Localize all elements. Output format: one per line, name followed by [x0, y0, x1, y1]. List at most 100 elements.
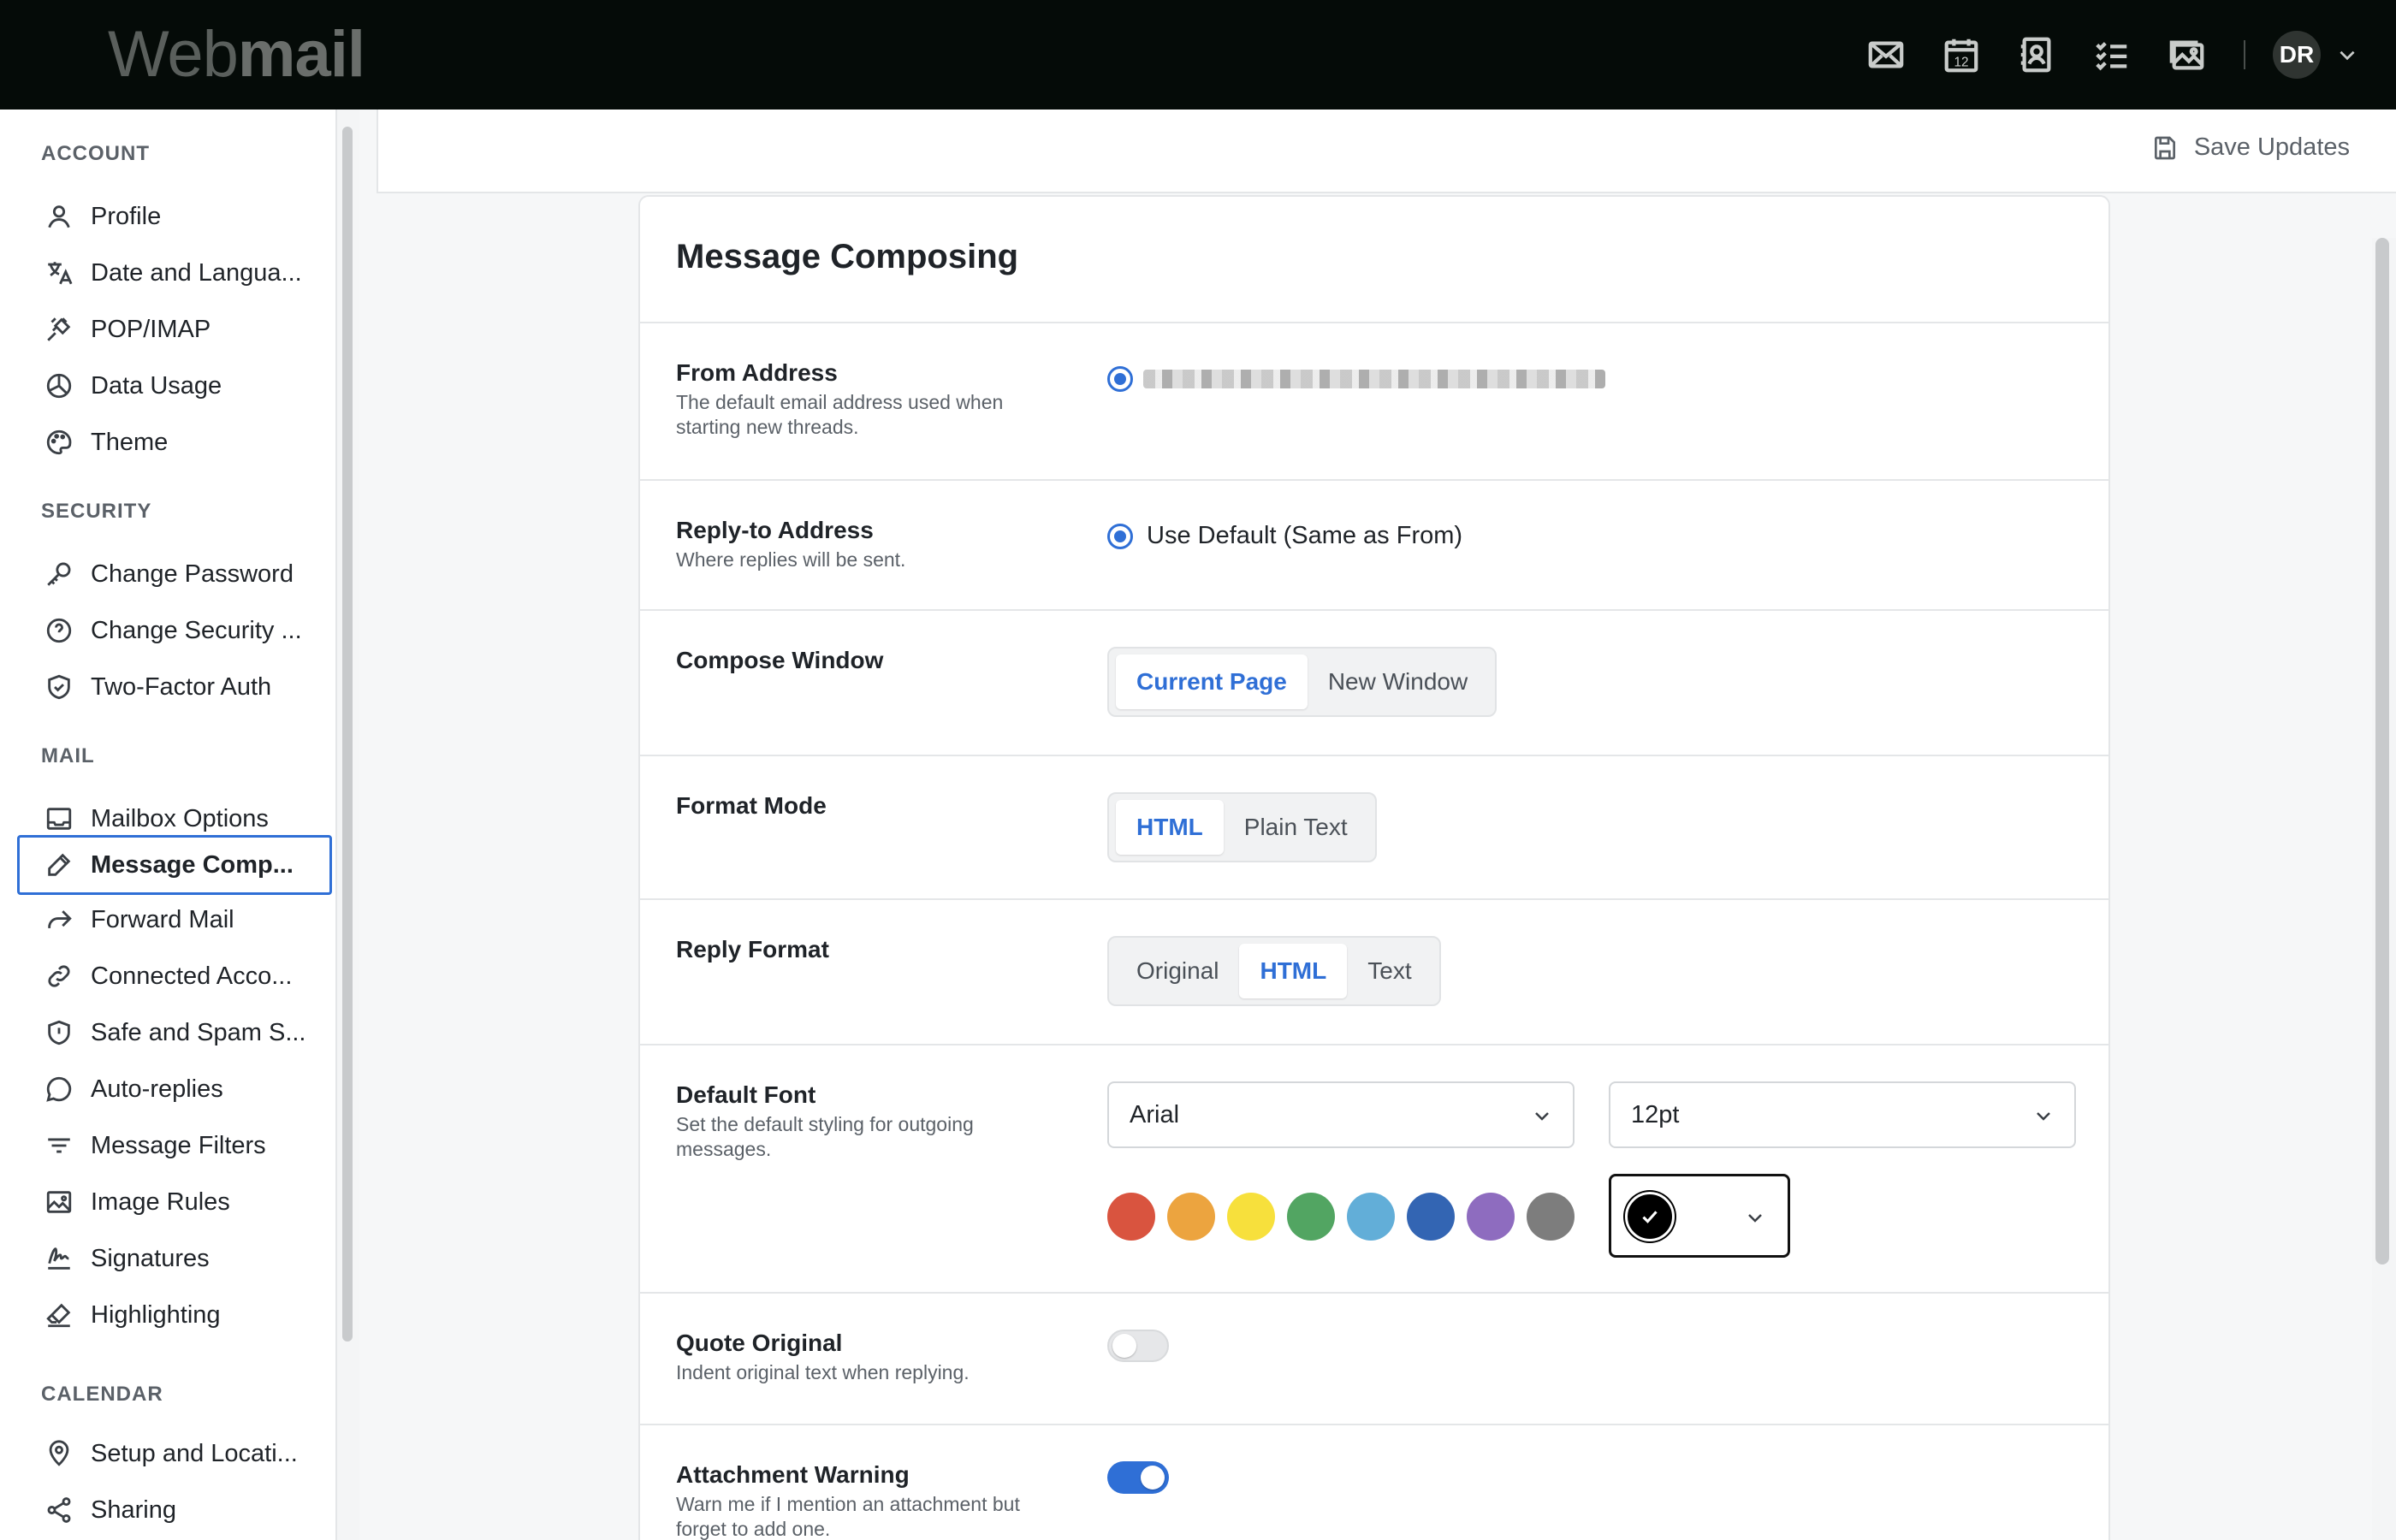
compose-window-label: Compose Window	[676, 647, 884, 673]
section-mail: MAIL	[41, 744, 95, 767]
translate-icon	[48, 262, 73, 285]
map-pin-icon	[49, 1440, 69, 1466]
sidebar-item-message-filters[interactable]: Message Filters	[17, 1116, 332, 1176]
settings-main: Save Updates Message Composing From Addr…	[359, 110, 2396, 1540]
sidebar-item-image-rules[interactable]: Image Rules	[17, 1172, 332, 1232]
image-icon	[46, 1191, 72, 1213]
quote-original-desc: Indent original text when replying.	[676, 1361, 970, 1383]
sidebar-item-two-factor[interactable]: Two-Factor Auth	[17, 657, 332, 717]
reply-to-default-label: Use Default (Same as From)	[1147, 522, 1463, 549]
sidebar-item-forward-mail[interactable]: Forward Mail	[17, 890, 332, 950]
help-circle-icon	[46, 618, 72, 643]
option-html[interactable]: HTML	[1116, 800, 1224, 855]
calendar-day-number: 12	[1954, 55, 1968, 69]
font-family-select[interactable]: Arial	[1107, 1081, 1575, 1148]
message-composing-card: Message Composing From Address The defau…	[638, 195, 2110, 1540]
sidebar-item-change-password[interactable]: Change Password	[17, 544, 332, 604]
checkmark-icon	[1642, 1211, 1658, 1223]
custom-color-picker[interactable]	[1609, 1174, 1790, 1258]
filter-icon	[48, 1138, 70, 1153]
key-icon	[47, 562, 71, 586]
reply-format-label: Reply Format	[676, 936, 829, 962]
sidebar-item-signatures[interactable]: Signatures	[17, 1229, 332, 1288]
forward-icon	[48, 910, 72, 928]
link-icon	[48, 965, 70, 987]
contacts-icon[interactable]	[2013, 31, 2061, 79]
sidebar-item-highlighting[interactable]: Highlighting	[17, 1285, 332, 1345]
settings-sidebar: ACCOUNT Profile Date and Langua... POP/I…	[0, 110, 337, 1540]
sidebar-item-auto-replies[interactable]: Auto-replies	[17, 1059, 332, 1119]
save-updates-button[interactable]: Save Updates	[2151, 133, 2350, 162]
color-swatch-red[interactable]	[1107, 1193, 1155, 1241]
plug-icon	[47, 317, 71, 341]
color-swatch-light-blue[interactable]	[1347, 1193, 1395, 1241]
row-quote-original: Quote Original Indent original text when…	[640, 1292, 2108, 1424]
photos-icon[interactable]	[2163, 31, 2211, 79]
reply-format-toggle: Original HTML Text	[1107, 936, 1441, 1006]
from-address-radio[interactable]	[1107, 366, 1133, 392]
attachment-warning-toggle[interactable]	[1107, 1461, 1169, 1494]
option-plain-text[interactable]: Plain Text	[1224, 800, 1368, 855]
shield-check-icon	[48, 674, 70, 700]
color-swatch-green[interactable]	[1287, 1193, 1335, 1241]
user-icon	[48, 205, 70, 228]
sidebar-item-setup-location[interactable]: Setup and Locati...	[17, 1424, 332, 1484]
sidebar-item-message-composing[interactable]: Message Comp...	[17, 835, 332, 895]
app-switcher: 12 DR	[1862, 31, 2358, 79]
row-from-address: From Address The default email address u…	[640, 322, 2108, 479]
default-font-label: Default Font	[676, 1081, 816, 1108]
chevron-down-icon	[1535, 1112, 1549, 1121]
option-original[interactable]: Original	[1116, 944, 1239, 998]
option-current-page[interactable]: Current Page	[1116, 654, 1308, 709]
sidebar-item-connected-accounts[interactable]: Connected Acco...	[17, 946, 332, 1006]
sidebar-item-pop-imap[interactable]: POP/IMAP	[17, 299, 332, 359]
font-size-select[interactable]: 12pt	[1609, 1081, 2076, 1148]
color-swatch-gray[interactable]	[1527, 1193, 1575, 1241]
chevron-down-icon[interactable]	[2336, 44, 2358, 66]
calendar-icon[interactable]: 12	[1937, 31, 1985, 79]
color-swatch-orange[interactable]	[1167, 1193, 1215, 1241]
share-icon	[47, 1497, 71, 1523]
sidebar-scrollbar[interactable]	[342, 127, 353, 1342]
chat-icon	[46, 1076, 72, 1102]
section-calendar: CALENDAR	[41, 1383, 163, 1406]
sidebar-item-data-usage[interactable]: Data Usage	[17, 356, 332, 416]
highlighter-icon	[46, 1303, 71, 1328]
sidebar-item-theme[interactable]: Theme	[17, 412, 332, 472]
section-security: SECURITY	[41, 500, 152, 523]
sidebar-item-date-language[interactable]: Date and Langua...	[17, 243, 332, 303]
default-font-desc: Set the default styling for outgoing mes…	[676, 1113, 974, 1160]
color-swatch-yellow[interactable]	[1227, 1193, 1275, 1241]
palette-icon	[46, 429, 72, 455]
reply-to-default-radio[interactable]	[1107, 524, 1133, 549]
sidebar-item-sharing[interactable]: Sharing	[17, 1480, 332, 1540]
from-address-redacted	[1143, 370, 1605, 388]
tasks-icon[interactable]	[2088, 31, 2136, 79]
row-format-mode: Format Mode HTML Plain Text	[640, 755, 2108, 898]
option-text[interactable]: Text	[1347, 944, 1432, 998]
from-address-desc: The default email address used when star…	[676, 391, 1004, 438]
settings-toolbar: Save Updates	[377, 110, 2396, 193]
avatar[interactable]: DR	[2273, 31, 2321, 79]
mail-icon[interactable]	[1862, 31, 1910, 79]
sidebar-item-profile[interactable]: Profile	[17, 187, 332, 246]
save-icon	[2154, 136, 2175, 159]
color-swatch-blue[interactable]	[1407, 1193, 1455, 1241]
chevron-down-icon	[2037, 1112, 2050, 1121]
option-reply-html[interactable]: HTML	[1239, 944, 1348, 998]
quote-original-toggle[interactable]	[1107, 1330, 1169, 1362]
top-bar-divider	[2244, 40, 2245, 69]
format-mode-toggle: HTML Plain Text	[1107, 792, 1377, 862]
sidebar-item-safe-spam[interactable]: Safe and Spam S...	[17, 1003, 332, 1063]
reply-to-label: Reply-to Address	[676, 517, 874, 543]
row-reply-to: Reply-to Address Where replies will be s…	[640, 479, 2108, 609]
webmail-logo[interactable]: Webmail	[108, 19, 365, 91]
sidebar-item-change-security[interactable]: Change Security ...	[17, 601, 332, 660]
inbox-icon	[46, 808, 72, 830]
main-scrollbar[interactable]	[2375, 238, 2389, 1265]
option-new-window[interactable]: New Window	[1308, 654, 1488, 709]
chevron-down-icon	[1745, 1207, 1765, 1228]
pie-chart-icon	[46, 373, 72, 399]
from-address-label: From Address	[676, 359, 838, 386]
color-swatch-purple[interactable]	[1467, 1193, 1515, 1241]
